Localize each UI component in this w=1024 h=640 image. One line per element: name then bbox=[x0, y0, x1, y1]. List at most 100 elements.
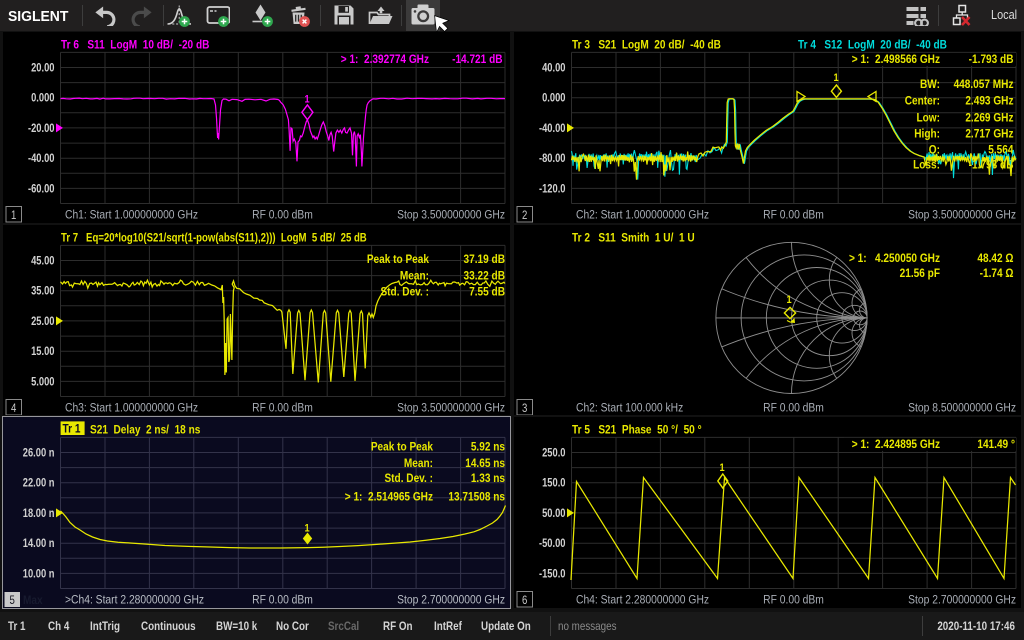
svg-text:RF 0.00 dBm: RF 0.00 dBm bbox=[252, 209, 313, 222]
svg-text:Ch 4: Ch 4 bbox=[48, 620, 70, 633]
svg-text:Max: Max bbox=[23, 594, 43, 607]
svg-text:BW:: BW: bbox=[920, 78, 940, 91]
svg-text:Low:: Low: bbox=[916, 112, 940, 125]
svg-text:Peak to Peak: Peak to Peak bbox=[367, 253, 430, 266]
svg-text:Std. Dev. :: Std. Dev. : bbox=[384, 472, 433, 485]
svg-text:4: 4 bbox=[11, 402, 16, 415]
svg-text:2.269 GHz: 2.269 GHz bbox=[965, 112, 1014, 125]
svg-text:5.000: 5.000 bbox=[31, 375, 54, 388]
svg-text:Tr 6 S11 LogM 10 dB/ -20: Tr 6 S11 LogM 10 dB/ -20 dB bbox=[61, 39, 209, 52]
svg-text:0.000: 0.000 bbox=[542, 92, 565, 105]
svg-text:Stop 2.700000000 GHz: Stop 2.700000000 GHz bbox=[908, 594, 1016, 607]
svg-text:SrcCal: SrcCal bbox=[328, 620, 359, 633]
svg-text:40.00: 40.00 bbox=[542, 61, 565, 74]
svg-text:14.65 ns: 14.65 ns bbox=[465, 457, 505, 470]
svg-text:> 1: 2.424895 GHz: > 1: 2.424895 GHz bbox=[852, 438, 941, 451]
svg-text:RF 0.00 dBm: RF 0.00 dBm bbox=[252, 402, 313, 415]
svg-text:Tr 5 S21 Phase 50 °/ 50 °: Tr 5 S21 Phase 50 °/ 50 ° bbox=[572, 424, 702, 437]
svg-text:150.0: 150.0 bbox=[542, 477, 565, 490]
svg-text:-1.74 Ω: -1.74 Ω bbox=[980, 267, 1014, 280]
svg-text:18.00 n: 18.00 n bbox=[23, 507, 55, 520]
svg-text:141.49 °: 141.49 ° bbox=[977, 438, 1015, 451]
svg-text:> 1: 4.250050 GHz: > 1: 4.250050 GHz bbox=[849, 252, 940, 265]
svg-text:Mean:: Mean: bbox=[400, 270, 429, 283]
svg-text:Tr 3 S21 LogM 20 dB/ -40: Tr 3 S21 LogM 20 dB/ -40 dB bbox=[572, 39, 721, 52]
svg-text:RF On: RF On bbox=[383, 620, 413, 633]
svg-text:20.00: 20.00 bbox=[31, 61, 54, 74]
svg-text:26.00 n: 26.00 n bbox=[23, 446, 55, 459]
svg-text:-1.793 dB: -1.793 dB bbox=[969, 53, 1014, 66]
svg-text:Ch4: Start 2.280000000 GHz: Ch4: Start 2.280000000 GHz bbox=[576, 594, 709, 607]
svg-text:Local: Local bbox=[991, 7, 1017, 22]
svg-text:no messages: no messages bbox=[558, 620, 617, 633]
svg-text:Tr 1: Tr 1 bbox=[8, 620, 26, 633]
svg-text:-40.00: -40.00 bbox=[539, 122, 566, 135]
svg-text:High:: High: bbox=[914, 128, 940, 141]
svg-text:-14.721 dB: -14.721 dB bbox=[452, 53, 502, 66]
svg-text:1: 1 bbox=[786, 294, 791, 306]
svg-text:2020-11-10 17:46: 2020-11-10 17:46 bbox=[937, 620, 1015, 633]
svg-text:No Cor: No Cor bbox=[276, 620, 309, 633]
svg-text:>Ch4: Start 2.280000000 GHz: >Ch4: Start 2.280000000 GHz bbox=[65, 594, 204, 607]
svg-text:Tr 4 S12 LogM 20 dB/ -40: Tr 4 S12 LogM 20 dB/ -40 dB bbox=[798, 39, 947, 52]
svg-text:1: 1 bbox=[833, 72, 838, 84]
svg-text:Ch2: Start 100.000 kHz: Ch2: Start 100.000 kHz bbox=[576, 402, 684, 415]
svg-text:BW=10 k: BW=10 k bbox=[216, 620, 258, 633]
svg-text:Std. Dev. :: Std. Dev. : bbox=[380, 286, 429, 299]
svg-text:14.00 n: 14.00 n bbox=[23, 537, 55, 550]
svg-text:IntRef: IntRef bbox=[434, 620, 462, 633]
svg-text:22.00 n: 22.00 n bbox=[23, 477, 55, 490]
svg-text:-60.00: -60.00 bbox=[28, 182, 55, 195]
svg-text:5.92 ns: 5.92 ns bbox=[471, 441, 505, 454]
svg-text:13.71508 ns: 13.71508 ns bbox=[448, 491, 505, 504]
svg-text:1: 1 bbox=[11, 209, 16, 222]
svg-text:Stop 8.500000000 GHz: Stop 8.500000000 GHz bbox=[908, 402, 1016, 415]
svg-text:1: 1 bbox=[304, 94, 309, 106]
svg-text:50.00: 50.00 bbox=[542, 507, 565, 520]
svg-text:RF 0.00 dBm: RF 0.00 dBm bbox=[252, 594, 313, 607]
svg-text:-40.00: -40.00 bbox=[28, 152, 55, 165]
svg-text:6: 6 bbox=[522, 594, 527, 607]
svg-text:RF 0.00 dBm: RF 0.00 dBm bbox=[763, 402, 824, 415]
svg-text:10.00 n: 10.00 n bbox=[23, 567, 55, 580]
svg-text:Ch1: Start 1.000000000 GHz: Ch1: Start 1.000000000 GHz bbox=[65, 209, 198, 222]
svg-text:Stop 3.500000000 GHz: Stop 3.500000000 GHz bbox=[397, 209, 505, 222]
svg-text:IntTrig: IntTrig bbox=[90, 620, 120, 633]
svg-text:RF 0.00 dBm: RF 0.00 dBm bbox=[763, 209, 824, 222]
svg-text:Tr 1: Tr 1 bbox=[63, 423, 81, 436]
svg-text:Stop 2.700000000 GHz: Stop 2.700000000 GHz bbox=[397, 594, 505, 607]
svg-text:3: 3 bbox=[522, 402, 527, 415]
svg-text:5: 5 bbox=[10, 594, 15, 607]
svg-text:21.56 pF: 21.56 pF bbox=[900, 267, 941, 280]
svg-text:Continuous: Continuous bbox=[141, 620, 196, 633]
svg-text:250.0: 250.0 bbox=[542, 446, 565, 459]
svg-text:Ch3: Start 1.000000000 GHz: Ch3: Start 1.000000000 GHz bbox=[65, 402, 198, 415]
svg-text:7.55 dB: 7.55 dB bbox=[469, 286, 505, 299]
svg-text:> 1: 2.392774 GHz: > 1: 2.392774 GHz bbox=[341, 53, 430, 66]
svg-text:33.22 dB: 33.22 dB bbox=[464, 270, 505, 283]
svg-text:15.00: 15.00 bbox=[31, 345, 54, 358]
svg-text:1.33 ns: 1.33 ns bbox=[471, 472, 505, 485]
svg-text:1: 1 bbox=[719, 462, 724, 474]
svg-text:Tr 7 Eq=20*log10(S21/sqrt(1-: Tr 7 Eq=20*log10(S21/sqrt(1-pow(abs(S11)… bbox=[61, 232, 367, 245]
svg-text:Center:: Center: bbox=[905, 95, 940, 108]
svg-text:S21 Delay 2 ns/ 18 ns: S21 Delay 2 ns/ 18 ns bbox=[90, 424, 200, 437]
svg-text:Mean:: Mean: bbox=[404, 457, 433, 470]
svg-text:> 1: 2.498566 GHz: > 1: 2.498566 GHz bbox=[852, 53, 941, 66]
svg-text:-50.00: -50.00 bbox=[539, 537, 566, 550]
svg-text:2: 2 bbox=[522, 209, 527, 222]
svg-text:48.42 Ω: 48.42 Ω bbox=[977, 252, 1013, 265]
svg-text:37.19 dB: 37.19 dB bbox=[464, 253, 505, 266]
svg-text:45.00: 45.00 bbox=[31, 254, 54, 267]
svg-text:Update On: Update On bbox=[481, 620, 531, 633]
svg-text:Ch2: Start 1.000000000 GHz: Ch2: Start 1.000000000 GHz bbox=[576, 209, 709, 222]
svg-text:-80.00: -80.00 bbox=[539, 152, 566, 165]
svg-text:SIGLENT: SIGLENT bbox=[8, 9, 69, 25]
svg-text:1: 1 bbox=[304, 523, 309, 535]
svg-text:-120.0: -120.0 bbox=[539, 182, 566, 195]
svg-text:2.717 GHz: 2.717 GHz bbox=[965, 128, 1014, 141]
svg-text:-20.00: -20.00 bbox=[28, 122, 55, 135]
svg-text:25.00: 25.00 bbox=[31, 315, 54, 328]
svg-text:35.00: 35.00 bbox=[31, 285, 54, 298]
svg-text:448.057 MHz: 448.057 MHz bbox=[954, 78, 1014, 91]
